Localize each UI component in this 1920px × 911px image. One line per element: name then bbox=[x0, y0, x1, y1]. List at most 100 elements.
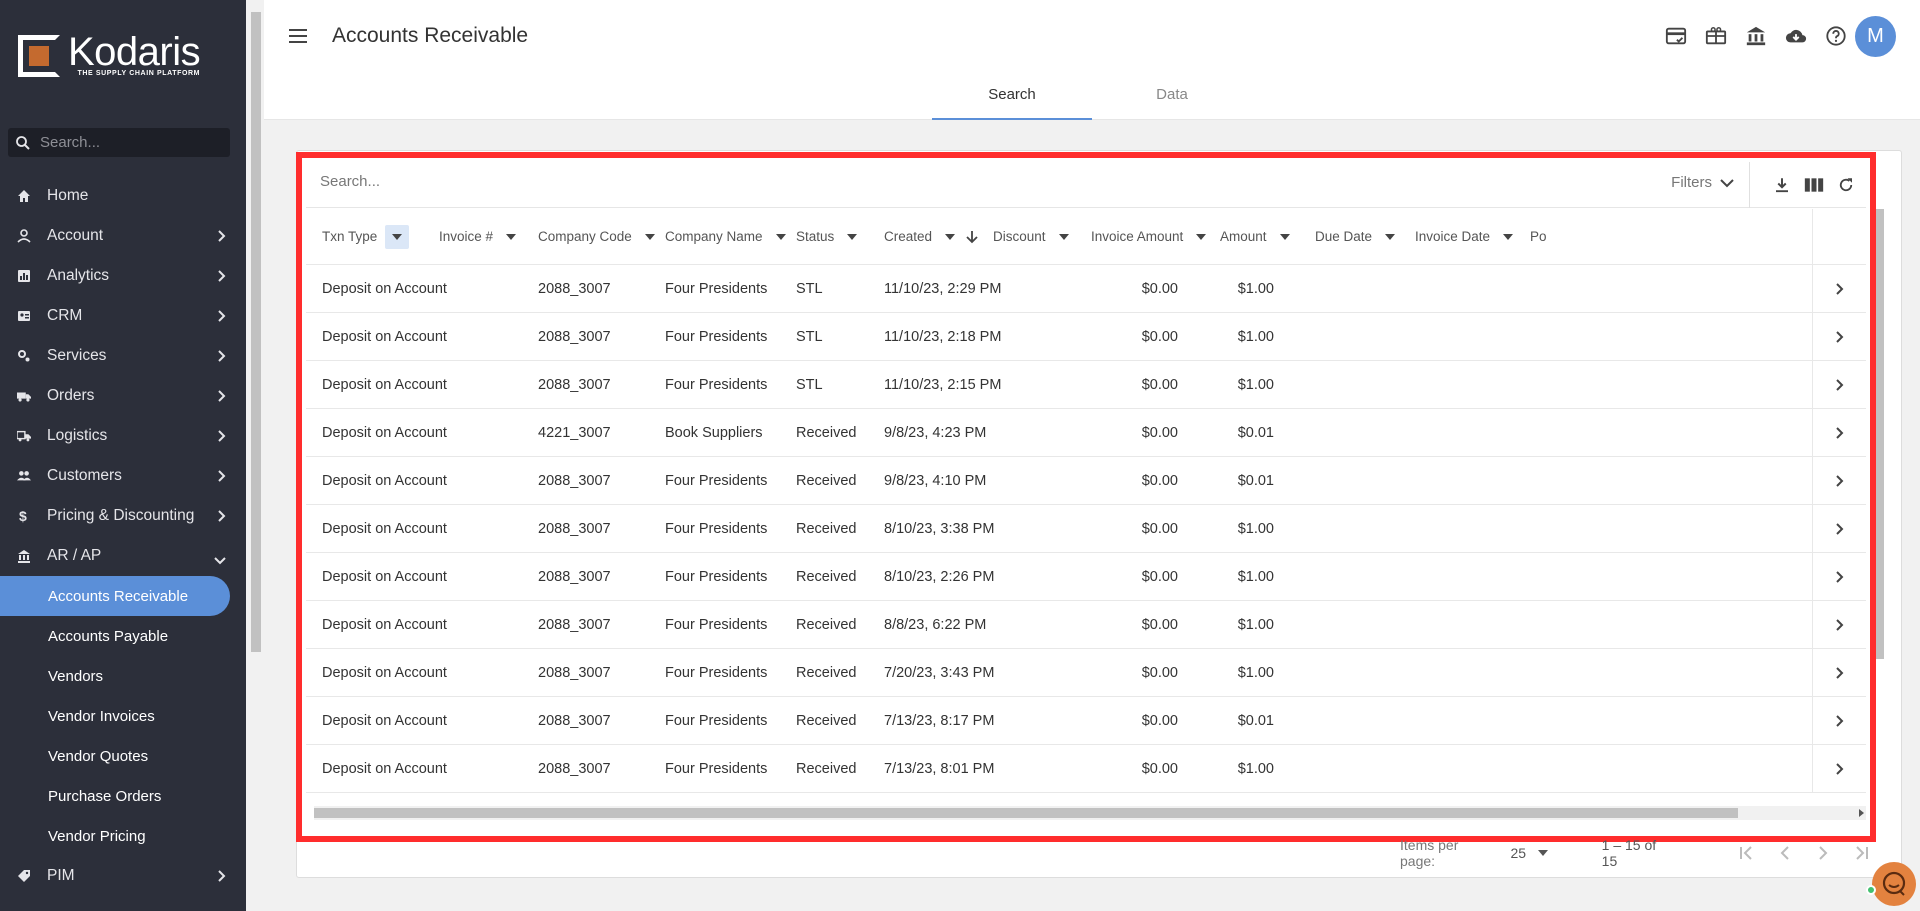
row-open-chevron-icon[interactable] bbox=[1812, 457, 1866, 504]
column-header-po[interactable]: Po bbox=[1530, 209, 1547, 264]
sidebar-item-logistics[interactable]: Logistics bbox=[0, 416, 246, 456]
column-header-invoice-date[interactable]: Invoice Date bbox=[1415, 209, 1518, 264]
chevron-right-icon bbox=[218, 269, 226, 287]
sidebar-item-crm[interactable]: CRM bbox=[0, 296, 246, 336]
sort-caret-icon[interactable] bbox=[385, 224, 410, 249]
sidebar-item-analytics[interactable]: Analytics bbox=[0, 256, 246, 296]
row-open-chevron-icon[interactable] bbox=[1812, 313, 1866, 360]
columns-icon[interactable] bbox=[1798, 172, 1830, 198]
next-page-icon[interactable] bbox=[1804, 838, 1842, 868]
sort-caret-icon[interactable] bbox=[771, 229, 791, 245]
last-page-icon[interactable] bbox=[1842, 838, 1880, 868]
column-header-amount[interactable]: Amount bbox=[1220, 209, 1295, 264]
bank-icon[interactable] bbox=[1736, 22, 1776, 50]
page-size-select[interactable]: 25 bbox=[1510, 845, 1563, 861]
refresh-icon[interactable] bbox=[1830, 172, 1862, 198]
sidebar-subitem-vendor-quotes[interactable]: Vendor Quotes bbox=[0, 736, 246, 776]
sidebar-item-home[interactable]: Home bbox=[0, 176, 246, 216]
row-open-chevron-icon[interactable] bbox=[1812, 505, 1866, 552]
sidebar-search[interactable] bbox=[8, 128, 230, 157]
sidebar-subitem-vendor-invoices[interactable]: Vendor Invoices bbox=[0, 696, 246, 736]
sidebar-subitem-vendors[interactable]: Vendors bbox=[0, 656, 246, 696]
help-icon[interactable] bbox=[1816, 22, 1856, 50]
column-header-due-date[interactable]: Due Date bbox=[1315, 209, 1400, 264]
kodaris-logo[interactable]: Kodaris THE SUPPLY CHAIN PLATFORM bbox=[18, 32, 201, 77]
sort-caret-icon[interactable] bbox=[1054, 229, 1074, 245]
menu-icon[interactable] bbox=[288, 26, 308, 51]
sidebar-item-account[interactable]: Account bbox=[0, 216, 246, 256]
sidebar-search-input[interactable] bbox=[40, 134, 210, 151]
table-row[interactable]: Deposit on Account 2088_3007 Four Presiden… bbox=[306, 649, 1866, 697]
table-row[interactable]: Deposit on Account 2088_3007 Four Presiden… bbox=[306, 745, 1866, 793]
user-avatar[interactable]: M bbox=[1855, 16, 1896, 57]
first-page-icon[interactable] bbox=[1728, 838, 1766, 868]
row-open-chevron-icon[interactable] bbox=[1812, 409, 1866, 456]
payment-card-icon[interactable] bbox=[1656, 22, 1696, 50]
download-icon[interactable] bbox=[1766, 172, 1798, 198]
column-header-invoice[interactable]: Invoice # bbox=[439, 209, 521, 264]
sort-caret-icon[interactable] bbox=[1191, 229, 1211, 245]
sidebar-item-ar-ap[interactable]: AR / AP bbox=[0, 536, 246, 576]
cell-amount: $1.00 bbox=[1237, 520, 1274, 537]
column-header-status[interactable]: Status bbox=[796, 209, 862, 264]
table-row[interactable]: Deposit on Account 2088_3007 Four Presiden… bbox=[306, 601, 1866, 649]
row-open-chevron-icon[interactable] bbox=[1812, 697, 1866, 744]
person-icon bbox=[17, 229, 31, 243]
sidebar-item-orders[interactable]: Orders bbox=[0, 376, 246, 416]
prev-page-icon[interactable] bbox=[1766, 838, 1804, 868]
scroll-right-icon[interactable] bbox=[1859, 809, 1864, 817]
row-open-chevron-icon[interactable] bbox=[1812, 361, 1866, 408]
row-open-chevron-icon[interactable] bbox=[1812, 601, 1866, 648]
table-row[interactable]: Deposit on Account 2088_3007 Four Presiden… bbox=[306, 697, 1866, 745]
cloud-download-icon[interactable] bbox=[1776, 22, 1816, 50]
row-open-chevron-icon[interactable] bbox=[1812, 745, 1866, 792]
sort-caret-icon[interactable] bbox=[1275, 229, 1295, 245]
column-header-company-code[interactable]: Company Code bbox=[538, 209, 660, 264]
sort-descending-icon[interactable] bbox=[962, 229, 982, 245]
tab-search[interactable]: Search bbox=[932, 76, 1092, 120]
sort-caret-icon[interactable] bbox=[640, 229, 660, 245]
sidebar-item-pricing-discounting[interactable]: $ Pricing & Discounting bbox=[0, 496, 246, 536]
sort-caret-icon[interactable] bbox=[1380, 229, 1400, 245]
items-per-page-label: Items per page: bbox=[1400, 837, 1459, 869]
filters-button[interactable]: Filters bbox=[1671, 174, 1734, 191]
column-header-company-name[interactable]: Company Name bbox=[665, 209, 791, 264]
table-search-input[interactable] bbox=[320, 173, 720, 190]
row-open-chevron-icon[interactable] bbox=[1812, 649, 1866, 696]
sidebar-scrollbar[interactable] bbox=[248, 0, 264, 911]
sidebar-item-pim[interactable]: PIM bbox=[0, 856, 246, 896]
sidebar-item-customers[interactable]: Customers bbox=[0, 456, 246, 496]
column-header-txn-type[interactable]: Txn Type bbox=[322, 209, 410, 264]
sort-caret-icon[interactable] bbox=[940, 229, 960, 245]
sidebar-subitem-purchase-orders[interactable]: Purchase Orders bbox=[0, 776, 246, 816]
table-toolbar: Filters bbox=[306, 162, 1866, 208]
table-horizontal-scrollbar[interactable] bbox=[314, 806, 1866, 820]
sidebar-subitem-vendor-pricing[interactable]: Vendor Pricing bbox=[0, 816, 246, 856]
table-row[interactable]: Deposit on Account 2088_3007 Four Presiden… bbox=[306, 553, 1866, 601]
table-row[interactable]: Deposit on Account 2088_3007 Four Presiden… bbox=[306, 313, 1866, 361]
table-row[interactable]: Deposit on Account 2088_3007 Four Presiden… bbox=[306, 457, 1866, 505]
sidebar-item-services[interactable]: Services bbox=[0, 336, 246, 376]
column-header-invoice-amount[interactable]: Invoice Amount bbox=[1091, 209, 1211, 264]
chat-widget-icon[interactable] bbox=[1872, 862, 1916, 906]
sort-caret-icon[interactable] bbox=[842, 229, 862, 245]
sort-caret-icon[interactable] bbox=[1498, 229, 1518, 245]
tab-data[interactable]: Data bbox=[1092, 76, 1252, 120]
table-row[interactable]: Deposit on Account 2088_3007 Four Presiden… bbox=[306, 361, 1866, 409]
table-vertical-scrollbar[interactable] bbox=[1876, 209, 1884, 659]
table-row[interactable]: Deposit on Account 4221_3007 Book Supplier… bbox=[306, 409, 1866, 457]
row-open-chevron-icon[interactable] bbox=[1812, 265, 1866, 312]
column-header-created[interactable]: Created bbox=[884, 209, 982, 264]
column-header-label: Invoice # bbox=[439, 229, 494, 244]
sort-caret-icon[interactable] bbox=[501, 229, 521, 245]
table-row[interactable]: Deposit on Account 2088_3007 Four Presiden… bbox=[306, 265, 1866, 313]
column-header-discount[interactable]: Discount bbox=[993, 209, 1074, 264]
gift-card-icon[interactable] bbox=[1696, 22, 1736, 50]
column-header-label: Invoice Date bbox=[1415, 229, 1491, 244]
table-row[interactable]: Deposit on Account 2088_3007 Four Presiden… bbox=[306, 505, 1866, 553]
bank-icon bbox=[17, 549, 31, 563]
sidebar-nav: Home Account Analytics CRM Services Orders Log… bbox=[0, 176, 246, 896]
sidebar-subitem-accounts-payable[interactable]: Accounts Payable bbox=[0, 616, 246, 656]
row-open-chevron-icon[interactable] bbox=[1812, 553, 1866, 600]
sidebar-subitem-accounts-receivable[interactable]: Accounts Receivable bbox=[0, 576, 230, 616]
